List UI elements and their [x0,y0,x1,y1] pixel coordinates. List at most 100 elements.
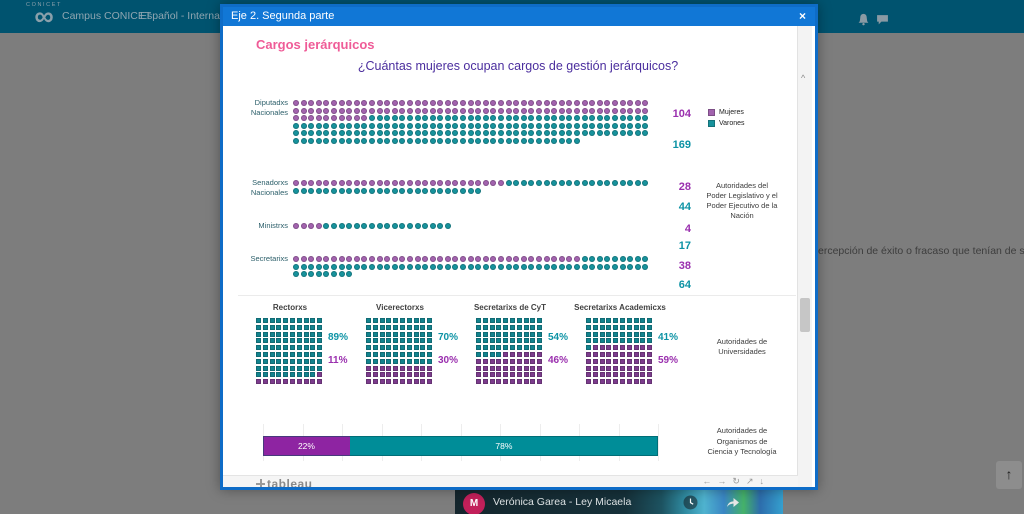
cell-varones [276,345,281,350]
cell-varones [380,332,385,337]
nav-campus-conicet[interactable]: Campus CONICET [62,10,151,22]
dot-mujeres [468,180,474,186]
dot-varones [566,264,572,270]
bar-gridline [540,424,541,461]
dot-mujeres [604,100,610,106]
share-icon[interactable]: ↗ [746,476,760,486]
cell-mujeres [524,379,529,384]
cell-varones [510,318,515,323]
cell-varones [586,345,591,350]
dot-varones [559,123,565,129]
cell-varones [304,325,309,330]
dot-varones [399,264,405,270]
dot-mujeres [582,108,588,114]
dot-mujeres [354,100,360,106]
modal-scrollbar[interactable]: ^ [797,26,812,487]
cell-varones [310,332,315,337]
scrollbar-up-arrow[interactable]: ^ [801,74,805,82]
refresh-icon[interactable]: ↻ [732,476,746,486]
dot-varones [392,188,398,194]
dot-mujeres [589,100,595,106]
dot-varones [430,223,436,229]
cell-varones [537,345,542,350]
cell-mujeres [613,345,618,350]
dot-varones [445,138,451,144]
dot-varones [430,115,436,121]
tableau-logo[interactable]: tableau [256,477,313,487]
dot-varones [415,123,421,129]
dot-varones [506,180,512,186]
dot-mujeres [384,180,390,186]
dot-varones [301,264,307,270]
video-embed[interactable]: M Verónica Garea - Ley Micaela [455,489,783,514]
waffle-pct-varones: 41% [658,332,678,343]
dot-mujeres [574,256,580,262]
dot-mujeres [331,108,337,114]
dot-varones [642,123,648,129]
cell-varones [256,366,261,371]
cell-varones [476,318,481,323]
dot-varones [354,138,360,144]
waffle-title: Secretarixs de CyT [455,303,565,312]
dot-mujeres [339,115,345,121]
dot-varones [597,115,603,121]
cell-mujeres [640,352,645,357]
dot-mujeres [430,180,436,186]
cell-varones [290,338,295,343]
bar-gridline [421,424,422,461]
scroll-to-top-button[interactable]: ↑ [996,461,1022,489]
dot-mujeres [407,180,413,186]
dot-varones [597,130,603,136]
cell-varones [627,338,632,343]
dot-mujeres [316,180,322,186]
download-icon[interactable]: ↓ [760,476,771,486]
dot-varones [475,188,481,194]
dot-varones [521,264,527,270]
dot-varones [574,138,580,144]
dot-varones [612,123,618,129]
dot-varones [415,138,421,144]
cell-mujeres [627,352,632,357]
dot-varones [422,115,428,121]
cell-mujeres [517,372,522,377]
redo-icon[interactable]: → [717,476,732,486]
dot-mujeres [301,100,307,106]
dot-varones [415,130,421,136]
dot-mujeres [551,108,557,114]
cell-varones [490,338,495,343]
cell-varones [647,332,652,337]
watch-later-icon[interactable] [683,495,698,510]
scrollbar-thumb[interactable] [800,298,810,332]
cell-varones [310,338,315,343]
dot-mujeres [445,100,451,106]
cell-varones [290,366,295,371]
cell-mujeres [380,379,385,384]
cell-varones [373,318,378,323]
chat-icon[interactable] [876,13,889,26]
close-icon[interactable]: × [799,9,806,23]
dot-varones [354,123,360,129]
dot-varones [528,180,534,186]
dot-varones [316,264,322,270]
conicet-logo[interactable]: CONICET ∞ [26,3,62,26]
cell-varones [276,352,281,357]
cell-varones [524,318,529,323]
undo-icon[interactable]: ← [702,476,717,486]
dot-mujeres [399,256,405,262]
bell-icon[interactable] [857,13,870,26]
dot-varones [612,256,618,262]
dot-varones [301,188,307,194]
cell-mujeres [593,352,598,357]
pictogram-row-label: Secretarixs [228,254,288,264]
video-share-icon[interactable] [725,495,741,510]
dot-varones [544,123,550,129]
dot-mujeres [316,100,322,106]
dot-varones [445,188,451,194]
dot-mujeres [468,100,474,106]
dot-varones [346,188,352,194]
cell-varones [420,325,425,330]
dot-mujeres [323,115,329,121]
dot-mujeres [354,108,360,114]
pictogram-dots [293,256,651,279]
dot-varones [437,130,443,136]
